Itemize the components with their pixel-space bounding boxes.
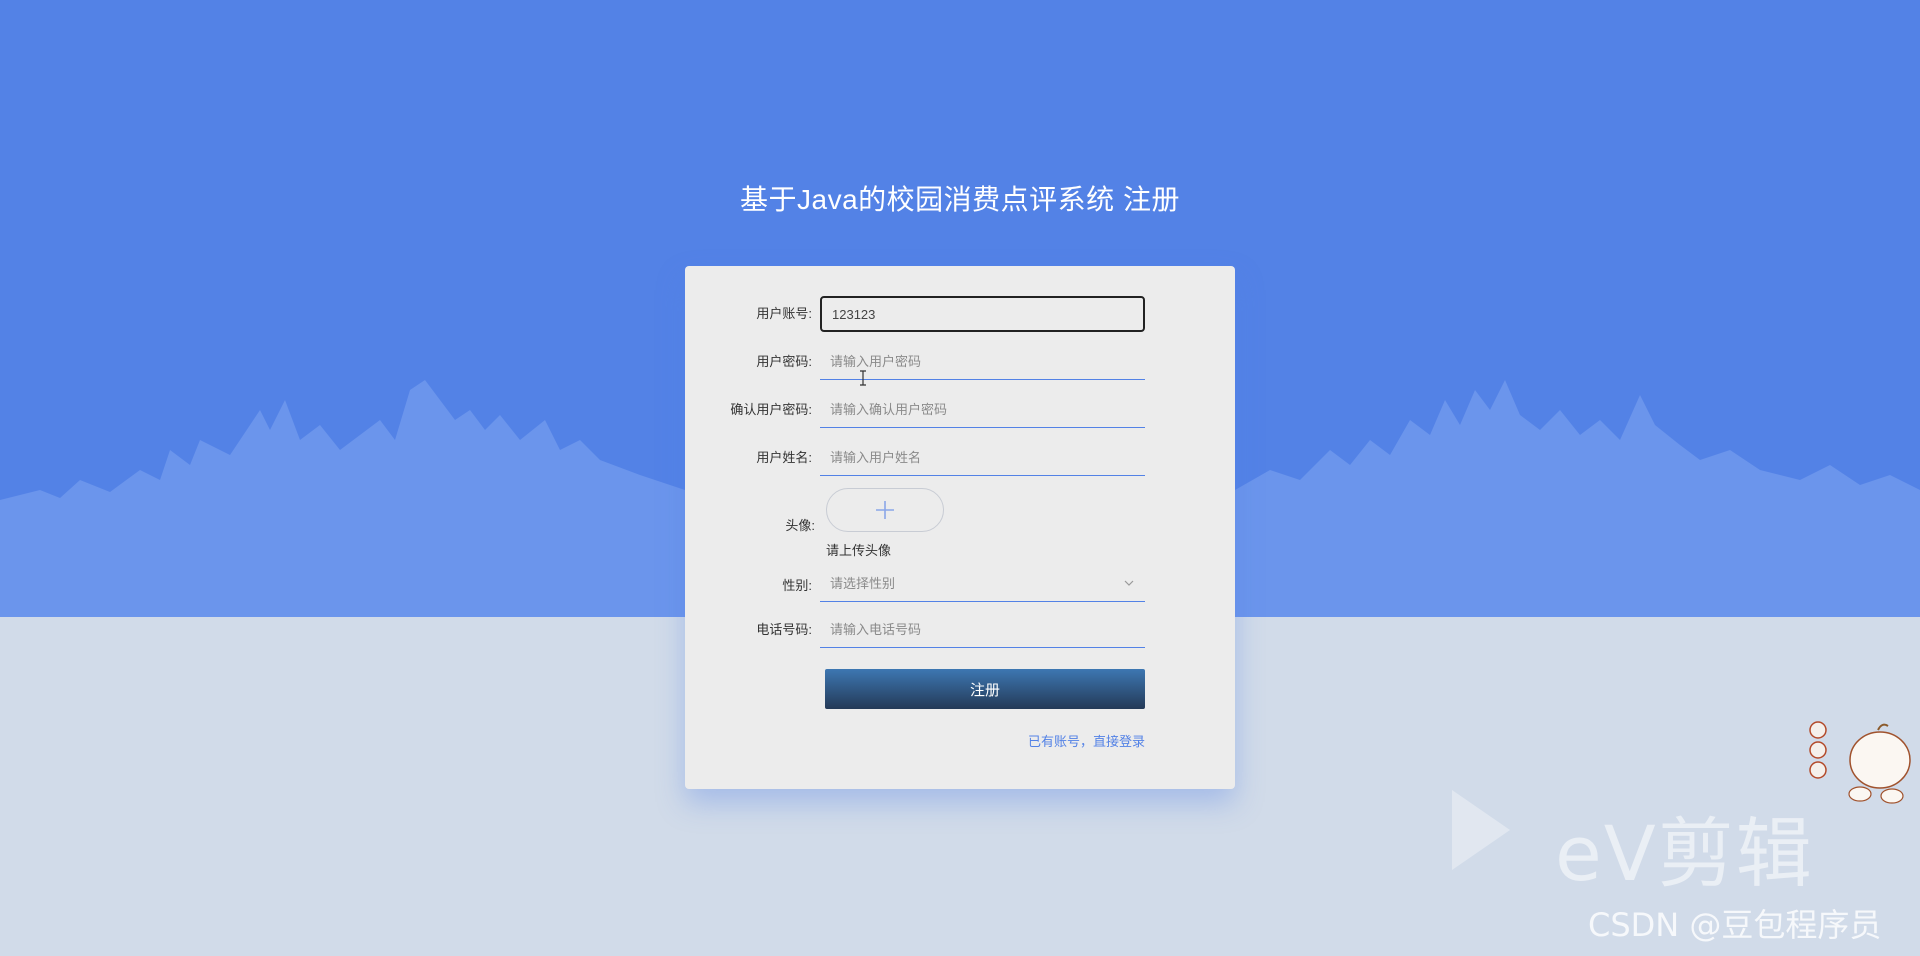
password-label: 用户密码:: [756, 354, 812, 369]
gender-select-placeholder: 请选择性别: [830, 576, 896, 591]
avatar-upload-button[interactable]: [826, 488, 944, 532]
editor-watermark: eV剪辑: [1555, 809, 1814, 898]
gender-select[interactable]: 请选择性别: [820, 566, 1145, 602]
confirm-password-label: 确认用户密码:: [730, 402, 812, 417]
password-row: 用户密码:: [685, 342, 1235, 382]
login-link[interactable]: 已有账号，直接登录: [965, 731, 1145, 750]
chevron-down-icon: [1124, 580, 1134, 586]
username-input[interactable]: [820, 296, 1145, 332]
plus-icon: [876, 501, 894, 519]
username-row: 用户账号:: [685, 294, 1235, 334]
phone-row: 电话号码:: [685, 610, 1235, 650]
phone-label: 电话号码:: [756, 622, 812, 637]
register-button[interactable]: 注册: [825, 669, 1145, 709]
username-label: 用户账号:: [756, 306, 812, 321]
name-label: 用户姓名:: [756, 450, 812, 465]
csdn-watermark: CSDN @豆包程序员: [1588, 906, 1882, 944]
text-cursor-icon: [860, 370, 866, 386]
phone-input[interactable]: [820, 612, 1145, 648]
page-title: 基于Java的校园消费点评系统 注册: [740, 184, 1180, 215]
name-row: 用户姓名:: [685, 438, 1235, 478]
gender-label: 性别:: [782, 578, 812, 593]
password-input[interactable]: [820, 344, 1145, 380]
avatar-label: 头像:: [785, 518, 815, 533]
mascot-sticker-icon: [1809, 721, 1911, 804]
name-input[interactable]: [820, 440, 1145, 476]
confirm-password-row: 确认用户密码:: [685, 390, 1235, 430]
avatar-upload-tip: 请上传头像: [826, 543, 892, 558]
confirm-password-input[interactable]: [820, 392, 1145, 428]
